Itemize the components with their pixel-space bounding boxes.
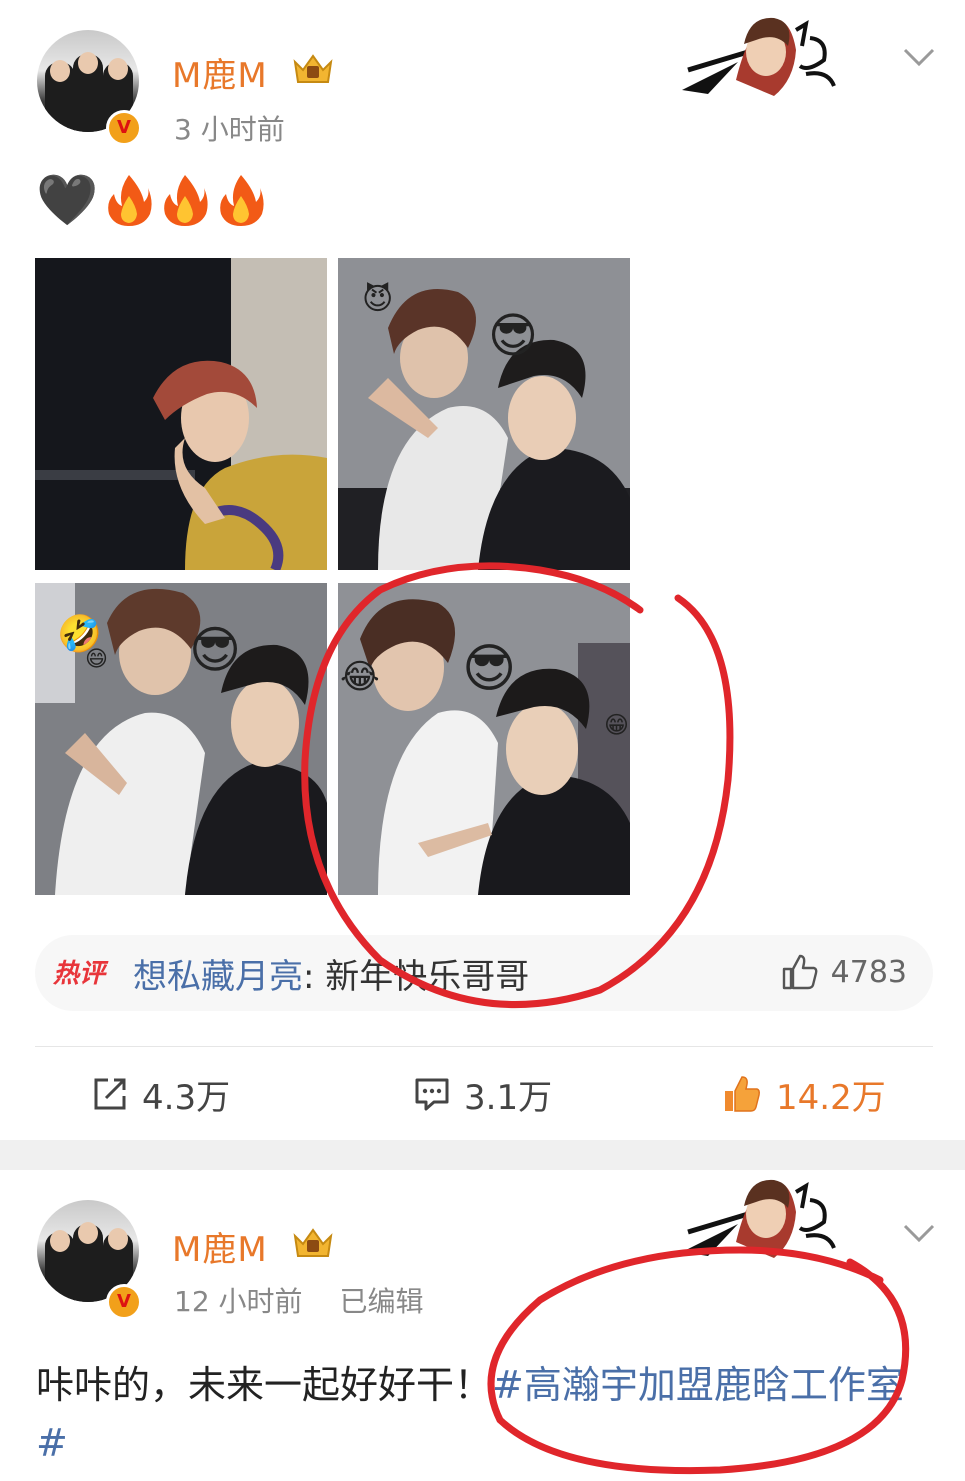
comment-button[interactable]: 3.1万 xyxy=(414,1070,552,1118)
vip-crown-icon xyxy=(293,1228,333,1257)
post-text: 咔咔的，未来一起好好干！ xyxy=(36,1363,493,1407)
fire-icon xyxy=(108,175,152,226)
repost-count: 4.3万 xyxy=(142,1077,231,1118)
black-heart-icon: 🖤 xyxy=(36,171,99,229)
emoji-overlay: 😎 xyxy=(488,308,539,364)
emoji-overlay: 😄 xyxy=(85,647,108,672)
like-button[interactable]: 14.2万 xyxy=(722,1070,886,1118)
post-content: 🖤 xyxy=(36,172,266,228)
repost-button[interactable]: 4.3万 xyxy=(92,1070,230,1118)
verified-badge-icon: V xyxy=(106,110,142,146)
chevron-down-icon[interactable] xyxy=(902,46,936,68)
hot-comment-like-count: 4783 xyxy=(830,954,907,990)
comment-count: 3.1万 xyxy=(464,1077,553,1118)
verified-badge-icon: V xyxy=(106,1284,142,1320)
thumbs-up-icon xyxy=(782,954,818,990)
hot-comment-text: 新年快乐哥哥 xyxy=(314,957,530,997)
emoji-overlay: 😂 xyxy=(340,657,380,697)
weibo-post-1: V M鹿M 3 小时前 🖤 😈 😎 🤣 😄 😎 😂 😎 😁 热评 想私藏月亮: … xyxy=(0,0,965,1140)
hot-comment-user[interactable]: 想私藏月亮 xyxy=(133,957,303,997)
vip-crown-icon xyxy=(293,54,333,83)
thumbs-up-icon xyxy=(725,1076,760,1112)
profile-decoration-icon xyxy=(682,1179,836,1258)
comment-icon xyxy=(415,1078,449,1111)
like-count: 14.2万 xyxy=(776,1077,886,1118)
divider xyxy=(35,1046,933,1047)
post-photo-1[interactable] xyxy=(35,258,327,570)
profile-decoration-icon xyxy=(682,17,836,97)
chevron-down-icon[interactable] xyxy=(902,1222,936,1244)
username[interactable]: M鹿M xyxy=(172,1222,268,1271)
edited-label: 已编辑 xyxy=(339,1285,424,1318)
hot-comment[interactable]: 热评 想私藏月亮: 新年快乐哥哥 4783 xyxy=(35,935,933,1011)
feed-separator xyxy=(0,1140,965,1170)
emoji-overlay: 😎 xyxy=(189,621,242,679)
fire-icon xyxy=(164,175,208,226)
fire-icon xyxy=(220,175,264,226)
post-time: 3 小时前 xyxy=(174,113,285,146)
hot-comment-content: 想私藏月亮: 新年快乐哥哥 xyxy=(133,949,529,998)
hot-comment-tag: 热评 xyxy=(53,959,106,989)
post-time: 12 小时前 xyxy=(174,1285,303,1318)
share-icon xyxy=(94,1078,126,1110)
hot-comment-separator: : xyxy=(303,957,315,997)
post-content: 咔咔的，未来一起好好干！#高瀚宇加盟鹿晗工作室# xyxy=(36,1356,916,1472)
post-time-meta: 12 小时前 已编辑 xyxy=(174,1280,423,1320)
emoji-overlay: 😈 xyxy=(362,282,394,317)
hot-comment-like-button[interactable]: 4783 xyxy=(781,953,907,991)
username[interactable]: M鹿M xyxy=(172,48,268,97)
post-photo-3[interactable]: 🤣 😄 😎 xyxy=(35,583,327,895)
post-photo-4[interactable]: 😂 😎 😁 xyxy=(338,583,630,895)
emoji-overlay: 😁 xyxy=(604,711,630,739)
post-photo-2[interactable]: 😈 😎 xyxy=(338,258,630,570)
emoji-overlay: 😎 xyxy=(462,639,517,699)
